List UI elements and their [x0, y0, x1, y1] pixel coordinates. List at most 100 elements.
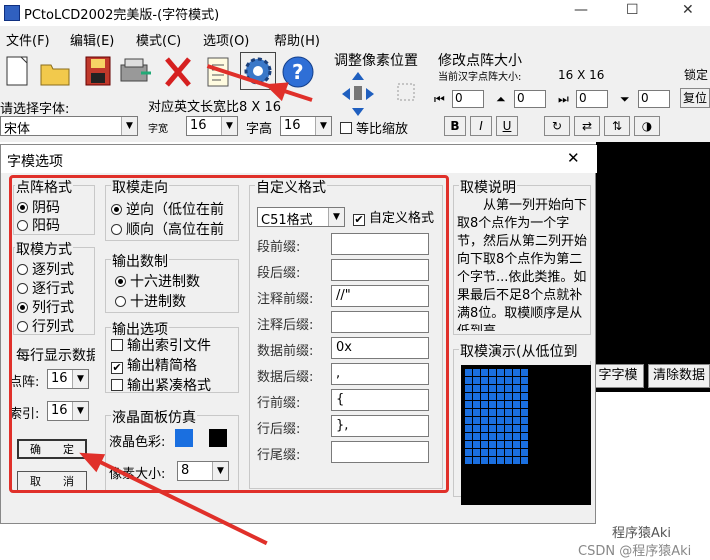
svg-text:?: ? [292, 60, 304, 84]
menu-bar: 文件(F) 编辑(E) 模式(C) 选项(O) 帮助(H) [0, 26, 710, 50]
right-shift-icon[interactable]: ⏭ [558, 92, 569, 107]
demo-pixel [481, 369, 488, 376]
demo-pixel [473, 417, 480, 424]
demo-pixel [513, 385, 520, 392]
minimize-button[interactable]: — [574, 2, 588, 18]
font-select[interactable]: 宋体 ▼ [0, 116, 138, 137]
down-shift-icon[interactable]: ⏷ [620, 92, 630, 107]
font-select-label: 请选择字体: [0, 102, 70, 117]
demo-pixel [481, 393, 488, 400]
demo-pixel [481, 449, 488, 456]
demo-pixel [521, 417, 528, 424]
demo-pixel [513, 417, 520, 424]
demo-pixel [489, 409, 496, 416]
demo-pixel [465, 369, 472, 376]
demo-pixel [497, 377, 504, 384]
up-shift-icon[interactable]: ⏶ [496, 92, 506, 107]
dialog-close-button[interactable]: ✕ [567, 149, 580, 167]
rotate-icon[interactable]: ↻ [544, 116, 570, 136]
demo-pixel [521, 393, 528, 400]
demo-pixel [505, 369, 512, 376]
demo-pixel [473, 377, 480, 384]
chevron-down-icon: ▼ [315, 117, 331, 135]
demo-pixel [497, 449, 504, 456]
scale-label[interactable]: 等比缩放 [340, 118, 408, 137]
reset-button[interactable]: 复位 [680, 88, 710, 108]
demo-pixel [465, 417, 472, 424]
pixel-adjust-arrows[interactable] [340, 70, 420, 118]
toolbar: ? 调整像素位置 修改点阵大小 当前汉字点阵大小: 16 X 16 锁定 ⏮ 0… [0, 50, 710, 142]
menu-mode[interactable]: 模式(C) [136, 30, 181, 49]
scale-checkbox[interactable] [340, 122, 352, 134]
left-shift-icon[interactable]: ⏮ [434, 92, 445, 107]
demo-pixel [473, 441, 480, 448]
demo-pixel [497, 457, 504, 464]
demo-pixel [465, 449, 472, 456]
demo-pixel [481, 433, 488, 440]
demo-pixel [489, 425, 496, 432]
demo-pixel [465, 441, 472, 448]
demo-pixel [521, 385, 528, 392]
generate-icon[interactable] [118, 54, 151, 88]
delete-icon[interactable] [162, 54, 192, 88]
menu-options[interactable]: 选项(O) [203, 30, 249, 49]
spin-right[interactable]: 0 [576, 90, 608, 108]
spin-down[interactable]: 0 [638, 90, 670, 108]
maximize-button[interactable]: ☐ [626, 2, 639, 18]
demo-pixel [481, 425, 488, 432]
new-file-icon[interactable] [2, 54, 32, 88]
flip-icon[interactable]: ⇅ [604, 116, 630, 136]
demo-pixel [505, 433, 512, 440]
adjust-pixel-label: 调整像素位置 [334, 53, 418, 69]
underline-button[interactable]: U [496, 116, 518, 136]
demo-pixel [465, 393, 472, 400]
demo-pixel [489, 377, 496, 384]
demo-pixel [481, 385, 488, 392]
open-folder-icon[interactable] [38, 54, 70, 88]
generate-button[interactable]: 字字模 [592, 364, 644, 388]
demo-pixel [505, 385, 512, 392]
demo-pixel [505, 457, 512, 464]
italic-button[interactable]: I [470, 116, 492, 136]
watermark-csdn: CSDN @程序猿Aki [578, 544, 692, 559]
char-height-select[interactable]: 16 ▼ [280, 116, 332, 136]
mirror-icon[interactable]: ⇄ [574, 116, 600, 136]
menu-help[interactable]: 帮助(H) [274, 30, 320, 49]
clear-data-button[interactable]: 清除数据 [648, 364, 710, 388]
dialog-title-bar: 字模选项 ✕ [1, 145, 597, 173]
demo-pixel [513, 401, 520, 408]
scale-text: 等比缩放 [356, 122, 409, 137]
char-width-value: 16 [190, 118, 207, 133]
demo-pixel [505, 441, 512, 448]
save-icon[interactable] [82, 54, 112, 88]
demo-pixel [521, 377, 528, 384]
demo-pixel [489, 385, 496, 392]
spin-left[interactable]: 0 [452, 90, 484, 108]
bold-button[interactable]: B [444, 116, 466, 136]
window-title: PCtoLCD2002完美版-(字符模式) [24, 8, 220, 23]
demo-pixel [465, 401, 472, 408]
demo-pixel [473, 393, 480, 400]
demo-pixel [513, 377, 520, 384]
char-width-label: 字宽 [148, 124, 168, 135]
demo-pixel [505, 417, 512, 424]
invert-icon[interactable]: ◑ [634, 116, 660, 136]
char-width-select[interactable]: 16 ▼ [186, 116, 238, 136]
font-value: 宋体 [4, 122, 31, 137]
demo-pixel [521, 425, 528, 432]
char-height-value: 16 [284, 118, 301, 133]
demo-pixel [465, 409, 472, 416]
demo-pixel [481, 457, 488, 464]
demo-pixel [497, 369, 504, 376]
menu-edit[interactable]: 编辑(E) [70, 30, 114, 49]
width-ratio-label: 对应英文长宽比8 X 16 [148, 100, 281, 115]
demo-pixel [513, 425, 520, 432]
demo-pixel [497, 385, 504, 392]
spin-up[interactable]: 0 [514, 90, 546, 108]
demo-pixel [473, 369, 480, 376]
demo-pixel [465, 425, 472, 432]
menu-file[interactable]: 文件(F) [6, 30, 50, 49]
modify-matrix-label: 修改点阵大小 [438, 53, 522, 69]
demo-pixel [505, 449, 512, 456]
close-button[interactable]: ✕ [682, 2, 694, 18]
